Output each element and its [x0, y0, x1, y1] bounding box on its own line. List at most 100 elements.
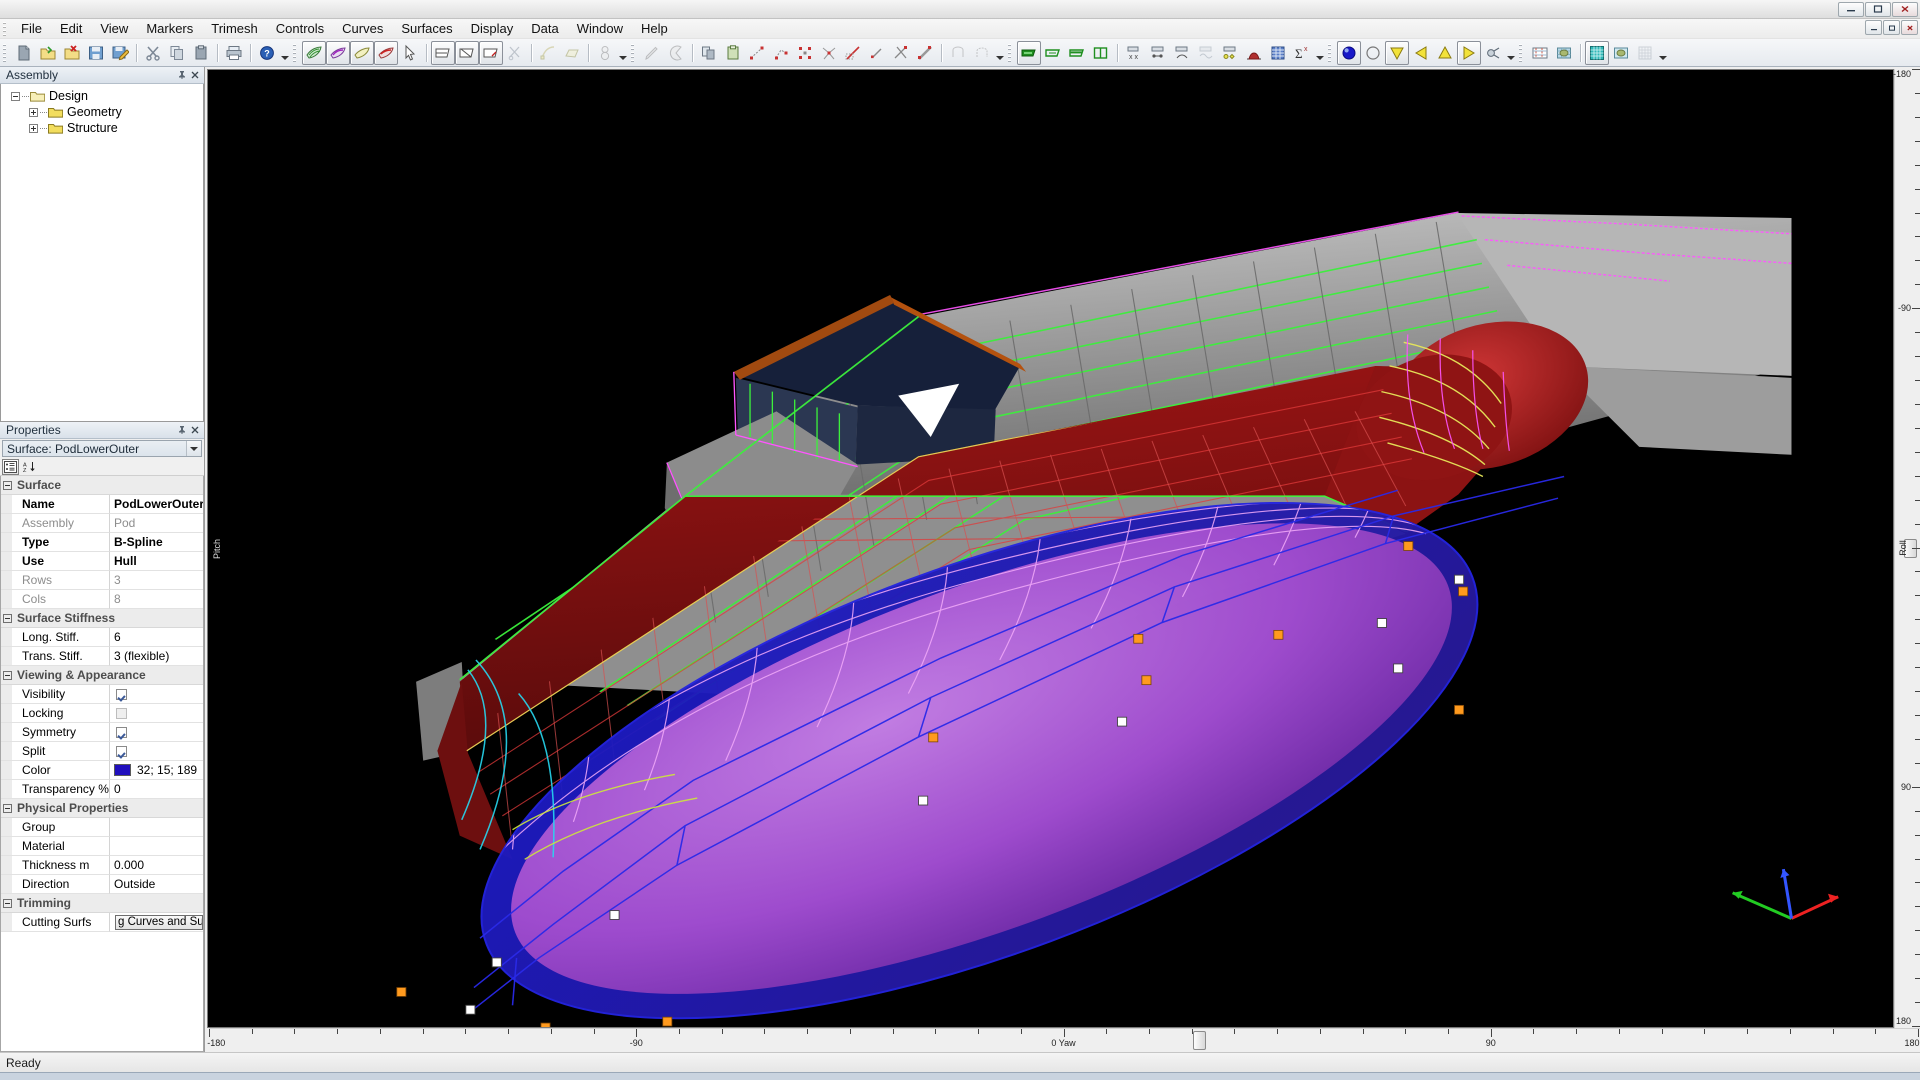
light-cone-left-icon[interactable] [1409, 41, 1433, 65]
modify-toolbar-overflow-button[interactable] [994, 41, 1005, 65]
toolbar-gripper-grid[interactable] [1518, 41, 1524, 64]
menu-gripper[interactable] [2, 20, 9, 37]
3d-model-scene[interactable] [208, 70, 1893, 1027]
light-settings-icon[interactable] [1481, 41, 1505, 65]
property-row-visibility[interactable]: Visibility [1, 685, 203, 704]
point-move-icon[interactable] [745, 41, 769, 65]
hull-split-icon[interactable] [1089, 41, 1113, 65]
help-question-icon[interactable]: ? [255, 41, 279, 65]
point-group-icon[interactable] [793, 41, 817, 65]
expander-plus-icon[interactable] [29, 123, 38, 133]
property-value[interactable]: PodLowerOuter [110, 495, 203, 514]
collapse-icon[interactable] [3, 670, 12, 680]
pin-icon[interactable] [175, 424, 188, 437]
collapse-icon[interactable] [3, 613, 12, 623]
properties-grid[interactable]: Surface Name PodLowerOuter Assembly Pod [0, 476, 204, 1052]
property-value[interactable]: 0.000 [110, 856, 203, 875]
hull-toolbar-overflow-button[interactable] [1314, 41, 1325, 65]
loft-icon[interactable] [946, 41, 970, 65]
line-diagonal-icon[interactable] [841, 41, 865, 65]
roll-ruler[interactable]: -180 -90 Roll 90 180 [1893, 69, 1920, 1028]
cutting-surfs-editor-button[interactable]: g Curves and Surfa [115, 914, 203, 930]
hydrostatics-icon[interactable] [1218, 41, 1242, 65]
toolbar-gripper-standard[interactable] [2, 41, 8, 64]
line-mirror-icon[interactable] [913, 41, 937, 65]
paste-green-icon[interactable] [721, 41, 745, 65]
new-document-icon[interactable] [12, 41, 36, 65]
property-row-thickness[interactable]: Thickness m 0.000 [1, 856, 203, 875]
print-icon[interactable] [222, 41, 246, 65]
mdi-close-button[interactable] [1901, 20, 1918, 35]
mesh-grid-icon[interactable] [1585, 40, 1609, 65]
3d-viewport[interactable]: Pitch [207, 69, 1894, 1028]
tree-item-structure[interactable]: Structure [3, 120, 201, 136]
weight-icon[interactable] [593, 41, 617, 65]
menu-surfaces[interactable]: Surfaces [392, 19, 461, 39]
property-value[interactable]: g Curves and Surfa [110, 913, 203, 932]
property-row-material[interactable]: Material [1, 837, 203, 856]
property-category-surface-stiffness[interactable]: Surface Stiffness [1, 609, 203, 628]
property-value[interactable] [110, 818, 203, 837]
table-curve-icon[interactable] [1170, 41, 1194, 65]
property-category-physical-properties[interactable]: Physical Properties [1, 799, 203, 818]
render-texture-icon[interactable] [1552, 41, 1576, 65]
property-row-cutting-surfs[interactable]: Cutting Surfs g Curves and Surfa [1, 913, 203, 932]
view-body-icon[interactable] [479, 40, 503, 65]
property-value[interactable]: 0 [110, 780, 203, 799]
property-value[interactable] [110, 704, 203, 723]
property-value[interactable]: Outside [110, 875, 203, 894]
table-wave-icon[interactable] [1194, 41, 1218, 65]
paste-icon[interactable] [189, 41, 213, 65]
property-value[interactable]: 6 [110, 628, 203, 647]
split-checkbox[interactable] [116, 745, 127, 757]
property-row-locking[interactable]: Locking [1, 704, 203, 723]
property-row-transparency[interactable]: Transparency % 0 [1, 780, 203, 799]
menu-file[interactable]: File [12, 19, 51, 39]
collapse-icon[interactable] [3, 480, 12, 490]
menu-view[interactable]: View [91, 19, 137, 39]
property-row-group[interactable]: Group [1, 818, 203, 837]
sum-formula-icon[interactable]: Σx [1290, 41, 1314, 65]
property-value[interactable] [110, 723, 203, 742]
menu-window[interactable]: Window [568, 19, 632, 39]
property-value[interactable] [110, 837, 203, 856]
property-row-direction[interactable]: Direction Outside [1, 875, 203, 894]
property-row-symmetry[interactable]: Symmetry [1, 723, 203, 742]
line-short-icon[interactable] [865, 41, 889, 65]
wireframe-circle-icon[interactable] [1361, 41, 1385, 65]
visibility-checkbox[interactable] [116, 688, 127, 700]
grid-toolbar-overflow-button[interactable] [1657, 41, 1668, 65]
property-value[interactable] [110, 685, 203, 704]
tree-item-geometry[interactable]: Geometry [3, 104, 201, 120]
close-icon[interactable] [188, 424, 201, 437]
close-icon[interactable] [188, 69, 201, 82]
copy-icon[interactable] [165, 41, 189, 65]
select-surface-green-icon[interactable] [302, 40, 326, 65]
toolbar-gripper-modify[interactable] [630, 41, 636, 64]
property-category-surface[interactable]: Surface [1, 476, 203, 495]
selection-toolbar-overflow-button[interactable] [617, 41, 628, 65]
property-row-name[interactable]: Name PodLowerOuter [1, 495, 203, 514]
mesh-texture-icon[interactable] [1609, 41, 1633, 65]
hull-outline-icon[interactable] [1041, 41, 1065, 65]
menu-help[interactable]: Help [632, 19, 677, 39]
property-row-use[interactable]: Use Hull [1, 552, 203, 571]
menu-markers[interactable]: Markers [137, 19, 202, 39]
window-maximize-button[interactable] [1865, 1, 1891, 17]
select-surface-yellow-icon[interactable] [350, 40, 374, 65]
point-align-icon[interactable] [769, 41, 793, 65]
select-surface-red-icon[interactable] [374, 40, 398, 65]
tree-item-design[interactable]: Design [3, 88, 201, 104]
standard-toolbar-overflow-button[interactable] [279, 41, 290, 65]
sphere-shading-icon[interactable] [1337, 40, 1361, 65]
expander-minus-icon[interactable] [11, 91, 20, 101]
save-icon[interactable] [84, 41, 108, 65]
spreadsheet-icon[interactable] [1266, 41, 1290, 65]
menu-trimesh[interactable]: Trimesh [202, 19, 266, 39]
property-value[interactable]: B-Spline [110, 533, 203, 552]
fine-grid-icon[interactable] [1633, 41, 1657, 65]
property-category-trimming[interactable]: Trimming [1, 894, 203, 913]
yaw-scrollbar-thumb[interactable] [1192, 1031, 1206, 1050]
duplicate-icon[interactable] [697, 41, 721, 65]
menu-edit[interactable]: Edit [51, 19, 91, 39]
